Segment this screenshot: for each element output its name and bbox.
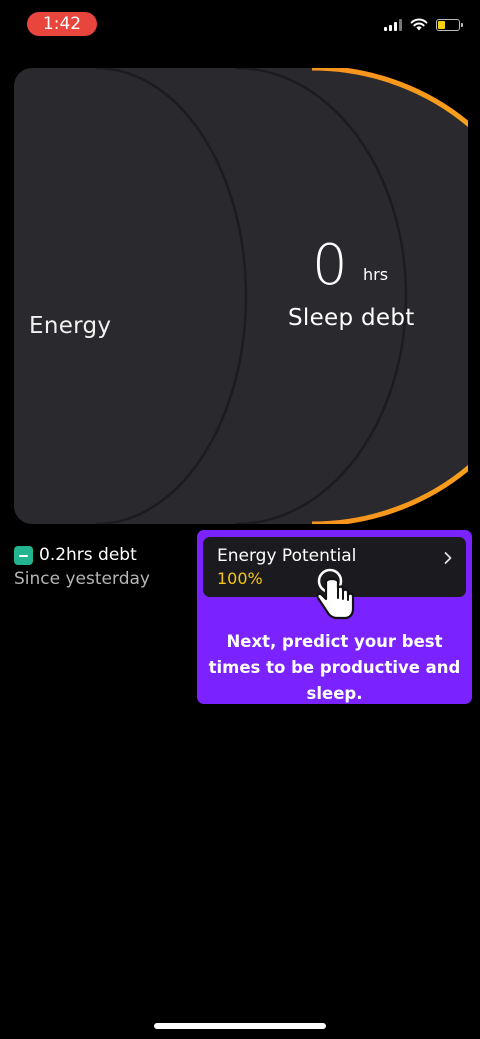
wifi-icon — [410, 18, 428, 31]
minus-icon — [14, 545, 33, 565]
debt-row: 0.2hrs debt — [14, 545, 150, 565]
tutorial-tooltip[interactable]: Energy Potential 100% Next, predict your… — [197, 530, 472, 704]
debt-amount: 0.2hrs debt — [39, 545, 137, 565]
home-indicator[interactable] — [154, 1023, 326, 1029]
energy-dome-graphic — [14, 68, 468, 524]
sleep-debt-unit: hrs — [363, 265, 389, 284]
status-icons — [384, 18, 463, 31]
energy-potential-title: Energy Potential — [217, 546, 357, 566]
energy-label: Energy — [29, 313, 112, 339]
tap-hand-icon — [316, 568, 355, 620]
sleep-debt-value: 0 — [312, 233, 348, 298]
status-bar: 1:42 — [0, 0, 480, 48]
chevron-right-icon — [444, 552, 452, 564]
debt-summary[interactable]: 0.2hrs debt Since yesterday — [14, 545, 150, 589]
debt-since: Since yesterday — [14, 569, 150, 589]
energy-dome — [14, 68, 468, 524]
energy-card[interactable]: Energy 0 hrs Sleep debt — [14, 68, 468, 524]
screen: 1:42 Energy 0 hrs Sleep debt 0.2hrs debt… — [0, 0, 480, 1039]
tutorial-message: Next, predict your best times to be prod… — [208, 632, 461, 703]
battery-icon — [436, 18, 463, 31]
battery-level — [438, 20, 445, 29]
status-time[interactable]: 1:42 — [27, 12, 97, 36]
cellular-signal-icon — [384, 18, 402, 31]
sleep-debt-label: Sleep debt — [288, 305, 415, 331]
